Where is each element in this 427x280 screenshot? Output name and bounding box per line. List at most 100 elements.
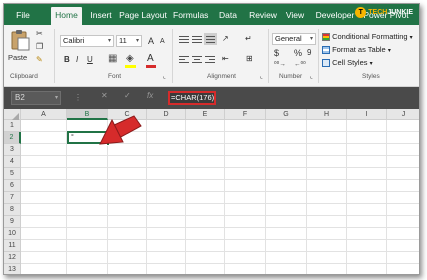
italic-button[interactable]: I [76,55,78,65]
number-format-select[interactable]: General ▾ [272,33,316,45]
chevron-down-icon: ▾ [309,36,313,42]
paste-button[interactable]: Paste [8,29,32,69]
grid-line [21,263,419,264]
font-group-label: Font [108,73,122,80]
comma-style-button[interactable]: 9 [307,48,311,58]
row-header-10[interactable]: 10 [4,228,21,240]
chevron-down-icon: ▾ [107,38,111,44]
tab-file[interactable]: File [10,7,36,25]
formula-bar: B2 ▾ ⋮ ✕ ✓ fx =CHAR(176) [4,87,419,109]
fill-color-icon[interactable]: ◈ [126,54,134,64]
row-header-9[interactable]: 9 [4,216,21,228]
row-header-6[interactable]: 6 [4,180,21,192]
column-header-i[interactable]: I [347,109,387,120]
decrease-decimal-icon[interactable]: ←⁰⁰ [294,60,306,70]
name-box[interactable]: B2 [11,91,61,105]
grid-line [21,191,419,192]
tab-insert[interactable]: Insert [87,7,115,25]
ribbon-tab-bar: File Home Insert Page Layout Formulas Da… [4,4,419,25]
fill-color-swatch [125,65,136,68]
divider [54,29,55,83]
row-header-8[interactable]: 8 [4,204,21,216]
cell-styles-icon [322,59,330,68]
font-color-button[interactable]: A [147,54,154,64]
increase-decimal-icon[interactable]: ⁰⁰→ [274,60,286,70]
borders-icon[interactable]: ▦ [108,54,117,64]
align-top-icon[interactable] [179,35,189,43]
format-as-table-button[interactable]: Format as Table ▾ [322,45,391,55]
row-header-2[interactable]: 2 [4,132,21,144]
shrink-font-button[interactable]: A [160,37,165,47]
techjunkie-logo: T TECH JUNKIE [355,6,413,18]
column-header-h[interactable]: H [307,109,347,120]
grid-line [21,203,419,204]
font-size-select[interactable]: 11 ▾ [116,35,142,47]
row-header-4[interactable]: 4 [4,156,21,168]
dialog-launcher-icon[interactable]: ⌞ [163,73,166,80]
dialog-launcher-icon[interactable]: ⌞ [310,73,313,80]
column-header-e[interactable]: E [186,109,225,120]
grow-font-button[interactable]: A [148,36,154,46]
column-header-j[interactable]: J [387,109,419,120]
logo-mark-icon: T [355,6,367,18]
tab-view[interactable]: View [284,7,306,25]
conditional-formatting-icon [322,33,330,42]
orientation-icon[interactable]: ↗ [222,34,229,44]
more-options-icon[interactable]: ⋮ [74,93,82,102]
currency-button[interactable]: $ [274,48,279,58]
clipboard-group-label: Clipboard [10,73,38,80]
conditional-formatting-button[interactable]: Conditional Formatting ▾ [322,32,413,42]
row-header-1[interactable]: 1 [4,120,21,132]
chevron-down-icon: ▾ [135,38,139,44]
grid-line [21,167,419,168]
merge-center-icon[interactable]: ⊞ [246,54,253,64]
row-header-11[interactable]: 11 [4,240,21,252]
alignment-group-label: Alignment [207,73,236,80]
column-header-f[interactable]: F [225,109,266,120]
align-middle-icon[interactable] [192,35,202,43]
cell-styles-button[interactable]: Cell Styles ▾ [322,58,373,68]
cut-icon[interactable]: ✂ [36,29,43,39]
indent-icon[interactable]: ⇤ [222,54,229,64]
align-bottom-icon[interactable] [204,33,217,45]
row-header-3[interactable]: 3 [4,144,21,156]
select-all-corner[interactable] [4,109,21,120]
column-header-a[interactable]: A [21,109,67,120]
divider [318,29,319,83]
dialog-launcher-icon[interactable]: ⌞ [260,73,263,80]
row-header-13[interactable]: 13 [4,264,21,274]
tab-home[interactable]: Home [51,7,82,25]
number-group-label: Number [279,73,303,80]
grid-line [21,251,419,252]
align-right-icon[interactable] [205,55,215,63]
tab-review[interactable]: Review [248,7,278,25]
wrap-text-icon[interactable]: ↵ [245,34,252,44]
enter-icon[interactable]: ✓ [124,91,131,100]
format-painter-icon[interactable]: ✎ [36,55,43,65]
column-header-d[interactable]: D [147,109,186,120]
cancel-icon[interactable]: ✕ [101,91,108,100]
font-name-select[interactable]: Calibri ▾ [60,35,114,47]
column-header-g[interactable]: G [266,109,307,120]
tab-page-layout[interactable]: Page Layout [119,7,167,25]
excel-window: File Home Insert Page Layout Formulas Da… [3,3,420,275]
clipboard-icon [11,30,30,51]
tab-data[interactable]: Data [216,7,240,25]
grid-line [21,155,419,156]
row-header-7[interactable]: 7 [4,192,21,204]
align-left-icon[interactable] [179,55,189,63]
row-header-12[interactable]: 12 [4,252,21,264]
copy-icon[interactable]: ❐ [36,42,43,52]
grid-line [21,239,419,240]
tab-developer[interactable]: Developer [315,7,355,25]
tab-formulas[interactable]: Formulas [173,7,208,25]
percent-button[interactable]: % [294,48,302,58]
align-center-icon[interactable] [192,55,202,63]
underline-button[interactable]: U [87,55,93,65]
row-header-5[interactable]: 5 [4,168,21,180]
ribbon-home: Paste ✂ ❐ ✎ Clipboard Calibri ▾ 11 ▾ A A B… [4,25,419,87]
formula-input[interactable]: =CHAR(176) [168,91,216,105]
bold-button[interactable]: B [64,55,70,65]
chevron-down-icon[interactable]: ▾ [55,94,417,101]
insert-function-icon[interactable]: fx [147,91,153,100]
